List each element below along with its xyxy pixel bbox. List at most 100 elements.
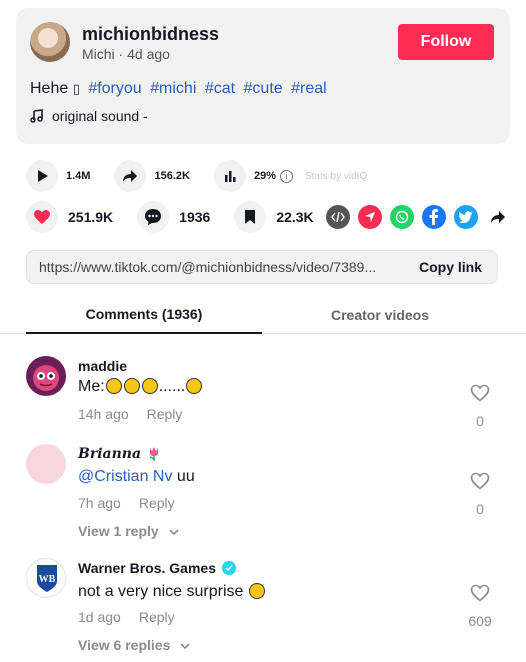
engagement-rate: 29% (253, 170, 276, 182)
vidiq-label: Stats by vidIQ (304, 170, 368, 182)
view-replies-button[interactable]: View 6 replies (78, 637, 190, 653)
comment-time: 7h ago (78, 495, 121, 511)
comment-like[interactable]: 0 (468, 472, 492, 517)
post-time: 4d ago (127, 46, 170, 62)
heart-outline-icon (470, 472, 490, 490)
sound-link[interactable]: original sound - (30, 108, 148, 124)
action-bar: 251.9K 1936 22.3K (26, 201, 510, 233)
heart-outline-icon (470, 384, 490, 402)
comment-text: @Cristian Nv uu (78, 468, 195, 486)
author-display-name: Michi (82, 46, 115, 62)
video-url[interactable]: https://www.tiktok.com/@michionbidness/v… (39, 259, 405, 275)
heart-outline-icon (470, 584, 490, 602)
comment-like-count: 0 (476, 501, 484, 517)
comment-like-count: 609 (468, 613, 492, 629)
comment-like[interactable]: 609 (460, 584, 500, 629)
sound-name: original sound - (52, 108, 148, 124)
send-icon[interactable] (357, 205, 382, 229)
forward-icon (114, 160, 147, 192)
svg-text:WB: WB (39, 574, 56, 585)
author-avatar[interactable] (30, 22, 70, 62)
comment-time: 14h ago (78, 406, 129, 422)
reply-button[interactable]: Reply (139, 609, 175, 625)
likes-count: 251.9K (68, 209, 114, 225)
like-button[interactable] (26, 201, 58, 233)
verified-badge-icon (221, 561, 236, 575)
hashtag-link[interactable]: #real (291, 80, 327, 97)
embed-icon[interactable] (325, 205, 350, 229)
commenter-avatar[interactable] (26, 444, 66, 484)
chevron-down-icon (180, 643, 190, 650)
tab-creator-videos[interactable]: Creator videos (262, 296, 498, 334)
commenter-avatar[interactable]: WB (26, 558, 66, 598)
commenter-name-text: 𝑩𝒓𝒊𝒂𝒏𝒏𝒂 (78, 446, 142, 462)
comment-text: not a very nice surprise (78, 583, 266, 601)
music-note-icon (30, 109, 43, 123)
hashtag-link[interactable]: #foryou (88, 80, 141, 97)
follow-button[interactable]: Follow (398, 24, 494, 60)
grin-emoji-icon (141, 378, 158, 394)
whatsapp-icon[interactable] (389, 205, 414, 229)
hashtag-link[interactable]: #michi (150, 80, 196, 97)
heart-icon (34, 210, 50, 224)
share-icons (325, 205, 510, 229)
tulip-icon (149, 447, 159, 461)
commenter-avatar[interactable] (26, 356, 66, 396)
frown-emoji-icon (248, 583, 265, 599)
comment-time: 1d ago (78, 609, 121, 625)
post-caption: Hehe ▯ #foryou #michi #cat #cute #real (30, 80, 327, 98)
hashtag-link[interactable]: #cat (205, 80, 235, 97)
comment-meta: 7h ago Reply (78, 495, 175, 511)
hashtag-link[interactable]: #cute (244, 80, 283, 97)
caption-text: Hehe (30, 80, 69, 97)
copy-link-box: https://www.tiktok.com/@michionbidness/v… (26, 250, 498, 284)
view-replies-label: View 6 replies (78, 637, 171, 653)
author-username[interactable]: michionbidness (82, 24, 219, 45)
commenter-name[interactable]: 𝑩𝒓𝒊𝒂𝒏𝒏𝒂 (78, 446, 161, 462)
caption-glyph: ▯ (72, 81, 80, 96)
comment-meta: 14h ago Reply (78, 406, 182, 422)
commenter-name[interactable]: Warner Bros. Games (78, 560, 236, 576)
twitter-icon[interactable] (453, 205, 478, 229)
save-button[interactable] (234, 201, 267, 233)
forward-count: 156.2K (154, 170, 190, 182)
commenter-name-text: Warner Bros. Games (78, 560, 216, 576)
comment-text: Me:...... (78, 378, 203, 396)
user-mention[interactable]: @Cristian Nv (78, 468, 172, 485)
frown-emoji-icon (186, 378, 203, 394)
wb-logo-icon: WB (37, 565, 57, 592)
view-replies-label: View 1 reply (78, 523, 159, 539)
facebook-icon[interactable] (421, 205, 446, 229)
chevron-down-icon (169, 529, 179, 536)
comment-body-suffix: ...... (158, 378, 186, 395)
copy-link-button[interactable]: Copy link (419, 259, 482, 275)
view-replies-button[interactable]: View 1 reply (78, 523, 179, 539)
bar-chart-icon (213, 160, 246, 192)
share-arrow-icon[interactable] (486, 205, 510, 229)
vidiq-stats-row: 1.4M 156.2K 29% i Stats by vidIQ (26, 160, 367, 192)
plays-count: 1.4M (66, 170, 91, 182)
comment-body: not a very nice surprise (78, 583, 244, 600)
comment-button[interactable] (137, 201, 170, 233)
tab-comments[interactable]: Comments (1936) (26, 296, 262, 334)
comment-bubble-icon (145, 209, 162, 225)
comment-item: 𝑩𝒓𝒊𝒂𝒏𝒏𝒂 @Cristian Nv uu 7h ago Reply 0 Vi… (26, 444, 500, 544)
comment-item: WB Warner Bros. Games not a very nice su… (26, 558, 500, 658)
comment-tabs: Comments (1936) Creator videos (0, 296, 526, 334)
reply-button[interactable]: Reply (139, 495, 175, 511)
play-icon (26, 160, 58, 192)
bookmark-icon (245, 210, 256, 224)
info-icon[interactable]: i (279, 169, 293, 183)
grin-emoji-icon (105, 378, 122, 394)
post-card: michionbidness Michi · 4d ago Follow Heh… (16, 8, 510, 144)
saves-count: 22.3K (276, 209, 314, 225)
comment-body: uu (172, 468, 195, 485)
commenter-name[interactable]: maddie (78, 358, 127, 374)
grin-emoji-icon (123, 378, 140, 394)
comment-meta: 1d ago Reply (78, 609, 175, 625)
comment-like[interactable]: 0 (468, 384, 492, 429)
author-meta: Michi · 4d ago (82, 46, 170, 62)
comment-item: maddie Me:...... 14h ago Reply 0 (26, 356, 500, 429)
comment-body: Me: (78, 378, 105, 395)
reply-button[interactable]: Reply (147, 406, 183, 422)
